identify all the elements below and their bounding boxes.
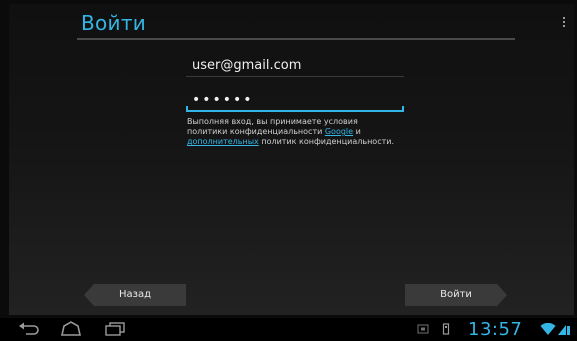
signin-button[interactable]: Войти	[405, 284, 507, 306]
title-divider	[77, 38, 515, 40]
password-field[interactable]: ••••••	[186, 90, 404, 112]
email-field[interactable]: user@gmail.com	[186, 56, 404, 77]
battery-icon	[558, 325, 570, 335]
google-privacy-link[interactable]: Google	[325, 127, 353, 136]
menu-overflow-icon[interactable]	[563, 17, 566, 29]
terms-text-and: и	[353, 127, 361, 136]
password-value: ••••••	[192, 92, 254, 108]
system-nav-bar: 13:57	[0, 318, 577, 341]
back-button[interactable]: Назад	[84, 284, 186, 306]
home-nav-icon[interactable]	[60, 321, 82, 337]
status-clock: 13:57	[468, 319, 523, 340]
terms-text-after: политик конфиденциальности.	[258, 137, 394, 146]
page-title: Войти	[81, 11, 147, 35]
email-value: user@gmail.com	[192, 58, 302, 73]
screenshot-icon	[417, 324, 429, 334]
back-nav-icon[interactable]	[18, 321, 40, 337]
terms-text: Выполняя вход, вы принимаете условия пол…	[187, 117, 397, 147]
login-screen: Войти user@gmail.com •••••• Выполняя вхо…	[9, 4, 574, 315]
recent-apps-nav-icon[interactable]	[104, 321, 126, 337]
usb-debug-icon	[442, 323, 450, 335]
additional-privacy-link[interactable]: дополнительных	[187, 137, 259, 146]
wifi-icon	[540, 323, 556, 335]
